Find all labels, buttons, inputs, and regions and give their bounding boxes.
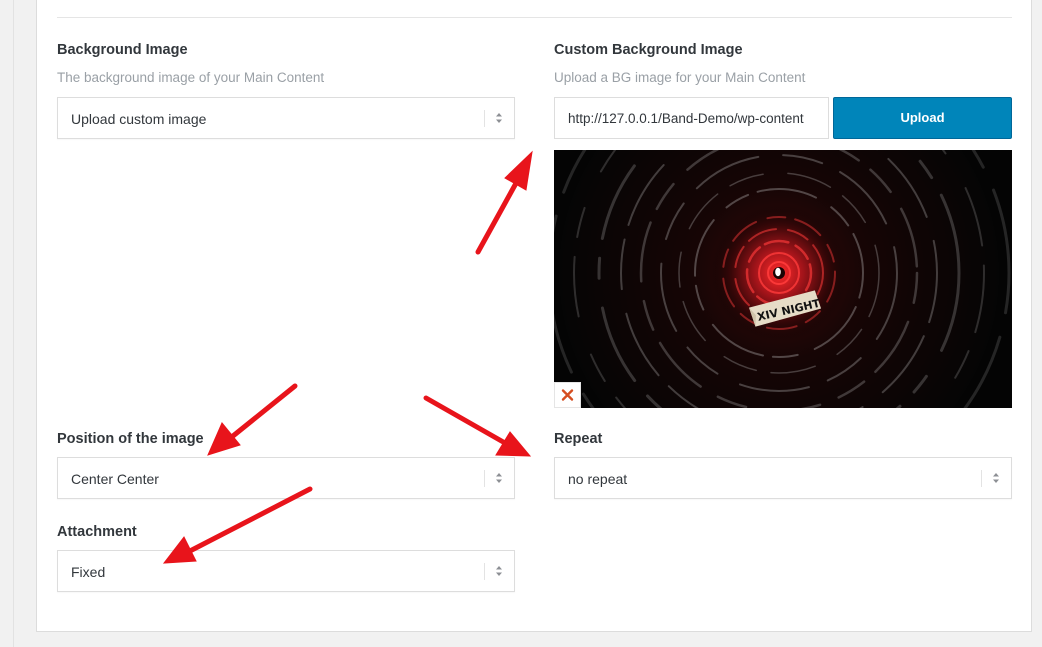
updown-arrows-icon <box>993 473 999 483</box>
position-label: Position of the image <box>57 431 204 447</box>
select-separator <box>484 470 485 487</box>
updown-arrows-icon <box>496 113 502 123</box>
repeat-select-value: no repeat <box>568 471 628 487</box>
background-image-description: The background image of your Main Conten… <box>57 70 325 85</box>
select-separator <box>484 110 485 127</box>
position-select[interactable]: Center Center <box>57 457 515 499</box>
updown-arrows-icon <box>496 566 502 576</box>
select-separator <box>981 470 982 487</box>
custom-background-description: Upload a BG image for your Main Content <box>554 70 806 85</box>
updown-arrows-icon <box>496 473 502 483</box>
attachment-select[interactable]: Fixed <box>57 550 515 592</box>
background-image-select[interactable]: Upload custom image <box>57 97 515 139</box>
remove-image-button[interactable] <box>554 382 581 408</box>
background-image-label: Background Image <box>57 42 188 58</box>
close-icon <box>561 389 574 401</box>
vinyl-record-image: XIV NIGHT <box>554 150 1012 408</box>
position-select-value: Center Center <box>71 471 159 487</box>
repeat-select[interactable]: no repeat <box>554 457 1012 499</box>
select-separator <box>484 563 485 580</box>
custom-background-label: Custom Background Image <box>554 42 743 58</box>
repeat-label: Repeat <box>554 431 603 447</box>
custom-background-url-value: http://127.0.0.1/Band-Demo/wp-content <box>568 111 804 126</box>
upload-button[interactable]: Upload <box>833 97 1012 139</box>
attachment-select-value: Fixed <box>71 564 106 580</box>
custom-background-url-input[interactable]: http://127.0.0.1/Band-Demo/wp-content <box>554 97 829 139</box>
background-image-select-value: Upload custom image <box>71 111 207 127</box>
background-image-preview: XIV NIGHT <box>554 150 1012 408</box>
admin-sidebar-edge <box>0 0 14 647</box>
attachment-label: Attachment <box>57 524 137 540</box>
section-divider <box>57 17 1012 18</box>
